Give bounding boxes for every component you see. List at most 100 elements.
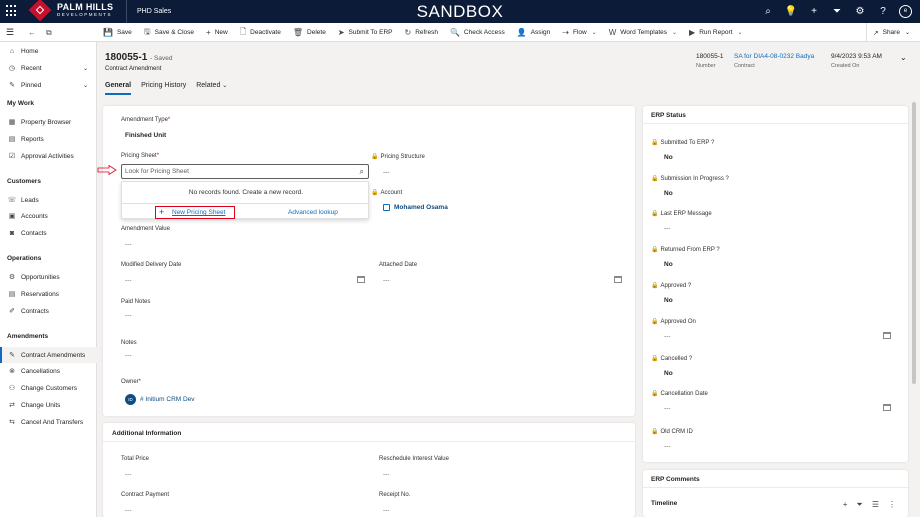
calendar-icon[interactable] <box>357 276 365 283</box>
report-icon: ▤ <box>8 136 16 143</box>
command-label: Run Report <box>699 29 733 36</box>
lock-icon: 🔒 <box>651 247 659 253</box>
erp-cancellation-date-value: --- <box>664 405 671 412</box>
submit-to-erp-button[interactable]: ➤ Submit To ERP <box>332 23 399 42</box>
erp-field-label-text: Approved On <box>660 319 696 325</box>
header-expand-icon[interactable]: ⌄ <box>900 53 907 62</box>
sidebar-item-change-customers[interactable]: ⚇ Change Customers <box>0 380 97 396</box>
flow-button[interactable]: ⇢ Flow ⌄ <box>556 23 602 42</box>
sidebar-item-recent[interactable]: ◷ Recent ⌄ <box>0 60 97 76</box>
command-label: Refresh <box>415 29 438 36</box>
gear-icon[interactable]: ⚙ <box>853 6 867 17</box>
refresh-button[interactable]: ↻ Refresh <box>398 23 443 42</box>
page-scrollbar[interactable] <box>912 102 916 384</box>
sidebar-item-opportunities[interactable]: ⚙ Opportunities <box>0 269 97 285</box>
erp-comments-title: ERP Comments <box>651 476 700 483</box>
number-label: Number <box>696 63 716 69</box>
sidebar-item-label: Approval Activities <box>21 152 74 160</box>
save-button[interactable]: 💾 Save <box>97 23 138 42</box>
save-close-button[interactable]: 🖫 Save & Close <box>138 23 200 42</box>
delete-button[interactable]: 🗑 Delete <box>287 23 332 42</box>
lock-icon: 🔒 <box>651 429 659 435</box>
submit-icon: ➤ <box>337 28 345 37</box>
tab-related[interactable]: Related ⌄ <box>196 82 227 95</box>
run-report-button[interactable]: ▶ Run Report ⌄ <box>683 23 748 42</box>
sidebar-item-home[interactable]: ⌂ Home <box>0 43 97 59</box>
sidebar-item-label: Property Browser <box>21 118 72 126</box>
amendment-value-value[interactable]: --- <box>125 241 132 248</box>
contract-payment-value[interactable]: --- <box>125 507 132 514</box>
calendar-icon[interactable] <box>883 404 891 411</box>
pricing-sheet-lookup-input[interactable]: Look for Pricing Sheet ⌕ <box>121 164 369 179</box>
plus-icon: + <box>159 207 165 217</box>
sidebar-item-pinned[interactable]: ✎ Pinned ⌄ <box>0 77 97 93</box>
sidebar-item-approval-activities[interactable]: ☑ Approval Activities <box>0 148 97 164</box>
sidebar-item-contracts[interactable]: ✐ Contracts <box>0 303 97 319</box>
account-link[interactable]: Mohamed Osama <box>383 204 448 211</box>
total-price-value[interactable]: --- <box>125 471 132 478</box>
sidebar-item-label: Home <box>21 47 39 55</box>
sidebar-item-contacts[interactable]: ◙ Contacts <box>0 225 97 241</box>
sidebar-item-property-browser[interactable]: ▦ Property Browser <box>0 114 97 130</box>
plus-icon[interactable]: + <box>843 500 848 510</box>
receipt-no-value[interactable]: --- <box>383 507 390 514</box>
sidebar-item-accounts[interactable]: ▣ Accounts <box>0 208 97 224</box>
additional-information-section <box>103 423 635 517</box>
command-label: Assign <box>530 29 551 36</box>
pricing-sheet-label-text: Pricing Sheet <box>121 153 157 159</box>
command-label: New <box>214 29 228 36</box>
user-avatar[interactable]: e <box>899 5 912 18</box>
search-icon[interactable]: ⌕ <box>360 165 364 178</box>
paid-notes-value[interactable]: --- <box>125 312 132 319</box>
calendar-icon[interactable] <box>883 332 891 339</box>
filter-icon[interactable]: ⏷ <box>856 500 862 510</box>
tab-pricing-history[interactable]: Pricing History <box>141 82 186 95</box>
filter-icon[interactable]: ⏷ <box>830 6 844 17</box>
word-templates-button[interactable]: W Word Templates ⌄ <box>603 23 683 42</box>
notes-label: Notes <box>121 340 137 346</box>
app-name[interactable]: PHD Sales <box>126 0 171 23</box>
share-button[interactable]: ↗ Share ⌄ <box>866 23 910 42</box>
deactivate-button[interactable]: 🗋 Deactivate <box>234 23 287 42</box>
assign-button[interactable]: 👤 Assign <box>511 23 556 42</box>
modified-delivery-date-value[interactable]: --- <box>125 277 132 284</box>
lightbulb-icon[interactable]: 💡 <box>784 6 798 17</box>
chevron-down-icon: ⌄ <box>222 83 228 89</box>
plus-icon[interactable]: + <box>807 6 821 17</box>
help-icon[interactable]: ? <box>876 6 890 17</box>
attached-date-value[interactable]: --- <box>383 277 390 284</box>
chevron-down-icon[interactable]: ⌄ <box>83 65 88 72</box>
owner-link[interactable]: ID # Initium CRM Dev <box>125 394 195 405</box>
pricing-sheet-label: Pricing Sheet* <box>121 153 159 159</box>
erp-submitted-to-erp-value: No <box>664 154 673 161</box>
sidebar-item-reports[interactable]: ▤ Reports <box>0 131 97 147</box>
list-icon[interactable]: ☰ <box>872 500 879 510</box>
back-icon[interactable]: ← <box>28 28 36 37</box>
app-launcher-icon[interactable] <box>6 5 18 17</box>
header-field-number: 180055-1 Number <box>696 53 723 69</box>
hamburger-icon[interactable]: ☰ <box>0 27 20 38</box>
calendar-icon[interactable] <box>614 276 622 283</box>
sidebar-item-leads[interactable]: ☏ Leads <box>0 192 97 208</box>
sidebar-item-contract-amendments[interactable]: ✎ Contract Amendments <box>0 347 97 363</box>
more-icon[interactable]: ⋮ <box>888 500 896 510</box>
contract-link[interactable]: SA for DIA4-08-0232 Badya <box>734 53 814 60</box>
receipt-no-label: Receipt No. <box>379 492 411 498</box>
chevron-down-icon[interactable]: ⌄ <box>83 82 88 89</box>
popout-icon[interactable]: ⧉ <box>46 28 52 38</box>
erp-old-crm-id-label: 🔒 Old CRM ID <box>651 428 693 435</box>
sidebar-item-reservations[interactable]: ▤ Reservations <box>0 286 97 302</box>
sidebar-item-cancellations[interactable]: ⊗ Cancellations <box>0 363 97 379</box>
reschedule-interest-value[interactable]: --- <box>383 471 390 478</box>
amendment-type-value[interactable]: Finished Unit <box>125 132 166 139</box>
sidebar-item-cancel-and-transfers[interactable]: ⇆ Cancel And Transfers <box>0 414 97 430</box>
new-pricing-sheet-button[interactable]: + New Pricing Sheet <box>155 206 235 219</box>
notes-value[interactable]: --- <box>125 352 132 359</box>
advanced-lookup-link[interactable]: Advanced lookup <box>288 207 338 218</box>
search-icon[interactable]: ⌕ <box>761 6 775 17</box>
check-access-button[interactable]: 🔍 Check Access <box>444 23 511 42</box>
tab-general[interactable]: General <box>105 82 132 95</box>
sidebar-item-change-units[interactable]: ⇄ Change Units <box>0 397 97 413</box>
total-price-label: Total Price <box>121 456 150 462</box>
new-button[interactable]: + New <box>200 23 234 42</box>
